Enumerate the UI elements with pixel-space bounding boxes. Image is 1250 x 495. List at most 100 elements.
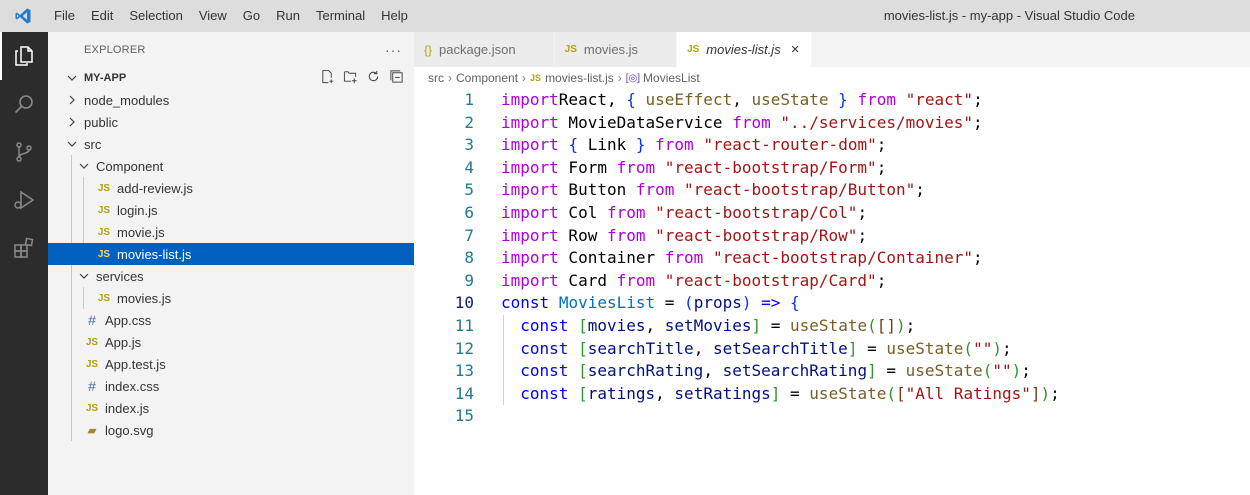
new-folder-icon[interactable] — [343, 69, 358, 87]
line-text: const [searchTitle, setSearchTitle] = us… — [474, 338, 1011, 361]
line-text: const MoviesList = (props) => { — [474, 292, 800, 315]
menu-item-file[interactable]: File — [46, 0, 83, 32]
chevron-down-icon — [64, 139, 80, 149]
tab-package-json[interactable]: {} package.json — [414, 32, 555, 67]
line-number: 6 — [464, 202, 474, 222]
search-icon[interactable] — [0, 80, 48, 128]
breadcrumb-item[interactable]: Component — [456, 71, 518, 85]
tree-item-label: add-review.js — [117, 180, 193, 196]
code-token: from — [606, 202, 646, 222]
code-token: [ — [578, 338, 588, 358]
tab-movies-list-js[interactable]: JS movies-list.js × — [677, 32, 813, 67]
code-line: 7 import Row from "react-bootstrap/Row"; — [414, 225, 1250, 248]
folder-item[interactable]: node_modules — [48, 89, 414, 111]
line-text: import Col from "react-bootstrap/Col"; — [474, 202, 867, 225]
file-item[interactable]: JS movies.js — [48, 287, 414, 309]
code-token: useState — [809, 383, 887, 403]
indent-guide — [71, 155, 72, 177]
more-actions-icon[interactable]: ··· — [385, 42, 402, 58]
line-number: 11 — [454, 315, 474, 335]
file-item[interactable]: JS App.test.js — [48, 353, 414, 375]
code-token: from — [606, 225, 646, 245]
code-token: ; — [857, 225, 868, 245]
menu-item-edit[interactable]: Edit — [83, 0, 121, 32]
code-token: from — [664, 248, 704, 268]
indent-guide — [71, 331, 72, 353]
folder-item[interactable]: services — [48, 265, 414, 287]
code-token: ; — [905, 315, 916, 335]
line-number: 7 — [464, 225, 474, 245]
code-token: ( — [867, 315, 877, 335]
folder-item[interactable]: src — [48, 133, 414, 155]
menu-item-terminal[interactable]: Terminal — [308, 0, 373, 32]
file-item[interactable]: JS movies-list.js — [48, 243, 414, 265]
code-token: Card — [558, 270, 617, 290]
code-token: const — [501, 293, 550, 313]
project-name: MY-APP — [84, 72, 127, 84]
explorer-icon[interactable] — [0, 32, 48, 80]
code-token: useState — [751, 90, 829, 109]
code-token: import — [501, 270, 559, 290]
line-text: import MovieDataService from "../service… — [474, 112, 983, 135]
source-control-icon[interactable] — [0, 128, 48, 176]
file-item[interactable]: JS index.js — [48, 397, 414, 419]
code-token: { — [626, 90, 636, 109]
code-token: ] — [847, 338, 858, 358]
project-section-header[interactable]: MY-APP — [48, 67, 414, 89]
file-item[interactable]: ▰ logo.svg — [48, 419, 414, 441]
indent-guide — [71, 177, 72, 199]
menu-item-selection[interactable]: Selection — [121, 0, 190, 32]
folder-item[interactable]: Component — [48, 155, 414, 177]
js-file-icon: JS — [530, 73, 542, 83]
code-token: "All Ratings" — [905, 383, 1031, 403]
code-token: "../services/movies" — [780, 112, 974, 132]
file-item[interactable]: # index.css — [48, 375, 414, 397]
explorer-sidebar: EXPLORER ··· MY-APP node_modules public sr… — [48, 32, 414, 495]
file-item[interactable]: JS add-review.js — [48, 177, 414, 199]
code-token: = — [761, 315, 791, 335]
tab-movies-js[interactable]: JS movies.js — [554, 32, 678, 67]
line-number: 15 — [454, 406, 474, 426]
line-number: 4 — [464, 157, 474, 177]
code-token: ( — [963, 338, 974, 358]
breadcrumb-item[interactable]: movies-list.js — [545, 71, 614, 85]
code-token: React, — [558, 90, 627, 109]
extensions-icon[interactable] — [0, 224, 48, 272]
tree-item-label: services — [96, 268, 144, 284]
menu-item-run[interactable]: Run — [268, 0, 308, 32]
tree-item-label: movies.js — [117, 290, 172, 306]
js-file-icon: JS — [97, 204, 111, 216]
tree-item-label: index.js — [105, 400, 150, 416]
refresh-icon[interactable] — [366, 69, 381, 87]
close-icon[interactable]: × — [791, 41, 800, 58]
indent-guide — [71, 265, 72, 287]
menu-item-view[interactable]: View — [191, 0, 235, 32]
new-file-icon[interactable] — [320, 69, 335, 87]
js-file-icon: JS — [687, 44, 700, 55]
collapse-all-icon[interactable] — [389, 69, 404, 87]
code-token: ; — [973, 112, 983, 132]
tree-item-label: movies-list.js — [117, 246, 192, 262]
code-token: Form — [558, 157, 617, 177]
line-number: 5 — [464, 180, 474, 200]
code-line: 2 import MovieDataService from "../servic… — [414, 112, 1250, 135]
folder-item[interactable]: public — [48, 111, 414, 133]
file-item[interactable]: JS App.js — [48, 331, 414, 353]
menu-item-go[interactable]: Go — [235, 0, 268, 32]
menu-item-help[interactable]: Help — [373, 0, 416, 32]
line-number: 2 — [464, 112, 474, 132]
line-text: import Container from "react-bootstrap/C… — [474, 247, 983, 270]
code-editor[interactable]: 1 importReact, { useEffect, useState } fr… — [414, 89, 1250, 428]
chevron-down-icon — [64, 73, 80, 83]
file-item[interactable]: JS movie.js — [48, 221, 414, 243]
file-item[interactable]: JS login.js — [48, 199, 414, 221]
code-line: 10 const MoviesList = (props) => { — [414, 292, 1250, 315]
file-item[interactable]: # App.css — [48, 309, 414, 331]
run-debug-icon[interactable] — [0, 176, 48, 224]
breadcrumb-item[interactable]: MoviesList — [643, 71, 700, 85]
tab-label: movies-list.js — [706, 42, 781, 57]
breadcrumb-item[interactable]: src — [428, 71, 444, 85]
code-token: from — [732, 112, 771, 132]
